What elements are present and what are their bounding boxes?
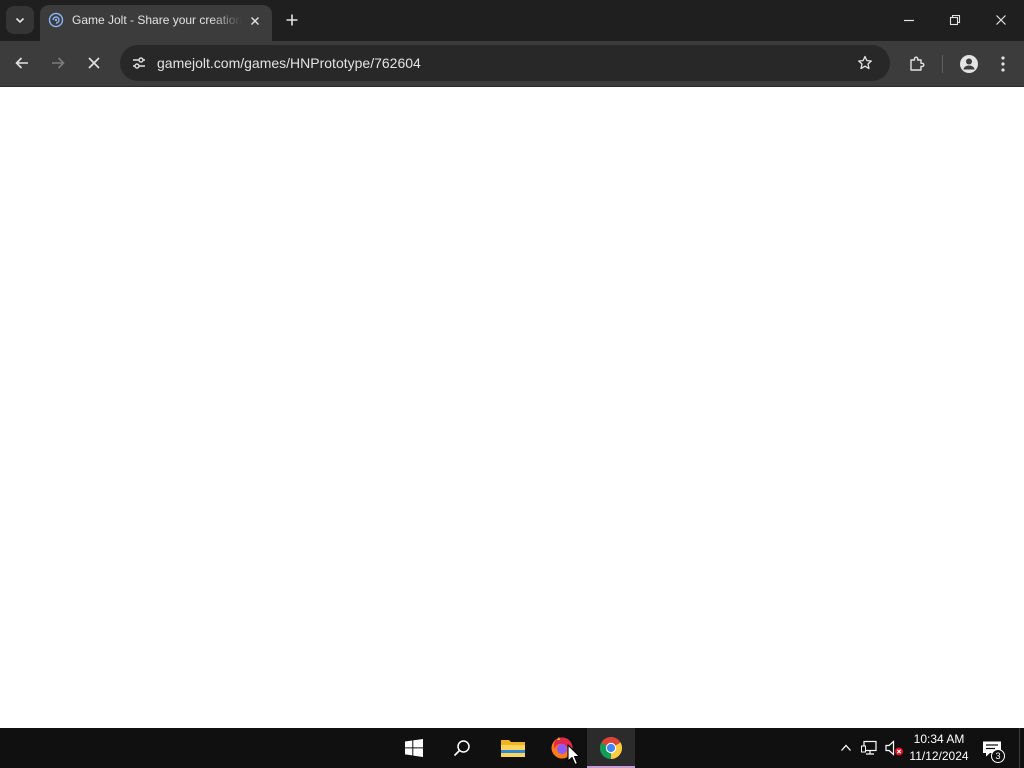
network-button[interactable] [860, 738, 880, 758]
forward-button[interactable] [43, 48, 73, 78]
avatar-icon [960, 55, 978, 73]
plus-icon [286, 14, 298, 26]
extensions-button[interactable] [903, 50, 931, 78]
volume-muted-icon [885, 740, 903, 756]
folder-icon [501, 740, 525, 757]
chrome-icon [600, 737, 622, 759]
gamejolt-favicon-icon [48, 12, 64, 28]
taskbar-clock[interactable]: 10:34 AM 11/12/2024 [906, 731, 972, 765]
clock-time: 10:34 AM [913, 732, 965, 746]
tune-icon [133, 57, 145, 69]
file-explorer-button[interactable] [489, 728, 537, 768]
chevron-down-icon [15, 17, 25, 24]
bookmark-button[interactable] [853, 51, 877, 75]
show-desktop-button[interactable] [1019, 728, 1024, 768]
network-icon [861, 740, 877, 755]
star-outline-icon [858, 55, 872, 70]
tab-close-button[interactable] [246, 12, 264, 30]
new-tab-button[interactable] [280, 8, 304, 32]
profile-button[interactable] [955, 50, 983, 78]
tab-strip: Game Jolt - Share your creations [0, 0, 1024, 41]
stop-x-icon [88, 57, 100, 69]
search-icon [453, 740, 470, 757]
screen: Game Jolt - Share your creations gamejol… [0, 0, 1024, 768]
kebab-menu-icon [1001, 56, 1005, 72]
close-window-button[interactable] [978, 0, 1024, 40]
site-info-button[interactable] [125, 49, 153, 77]
arrow-right-icon [52, 57, 65, 69]
mouse-cursor-icon [567, 744, 581, 766]
chrome-taskbar-button[interactable] [587, 728, 635, 768]
chrome-menu-button[interactable] [989, 50, 1017, 78]
volume-button[interactable] [884, 738, 904, 758]
minimize-button[interactable] [886, 0, 932, 40]
page-content [0, 87, 1024, 728]
restore-button[interactable] [932, 0, 978, 40]
windows-taskbar: 10:34 AM 11/12/2024 3 [0, 728, 1024, 768]
chevron-up-icon [841, 744, 851, 751]
show-hidden-icons-button[interactable] [836, 738, 856, 758]
stop-loading-button[interactable] [79, 48, 109, 78]
taskbar-search-button[interactable] [438, 728, 486, 768]
clock-date: 11/12/2024 [909, 749, 969, 763]
arrow-left-icon [15, 57, 28, 69]
url-text[interactable]: gamejolt.com/games/HNPrototype/762604 [157, 55, 421, 71]
back-button[interactable] [7, 48, 37, 78]
close-icon [996, 15, 1006, 25]
windows-logo-icon [405, 739, 423, 757]
tab-search-button[interactable] [6, 6, 34, 34]
restore-icon [949, 14, 961, 26]
browser-tab[interactable]: Game Jolt - Share your creations [40, 5, 272, 41]
close-icon [251, 17, 259, 25]
tab-title: Game Jolt - Share your creations [72, 13, 242, 27]
minimize-icon [904, 19, 914, 22]
puzzle-piece-icon [910, 56, 925, 71]
toolbar-divider [942, 55, 943, 73]
browser-toolbar: gamejolt.com/games/HNPrototype/762604 [0, 41, 1024, 87]
address-bar[interactable]: gamejolt.com/games/HNPrototype/762604 [120, 45, 890, 81]
notification-count-badge: 3 [991, 749, 1005, 763]
start-button[interactable] [390, 728, 438, 768]
